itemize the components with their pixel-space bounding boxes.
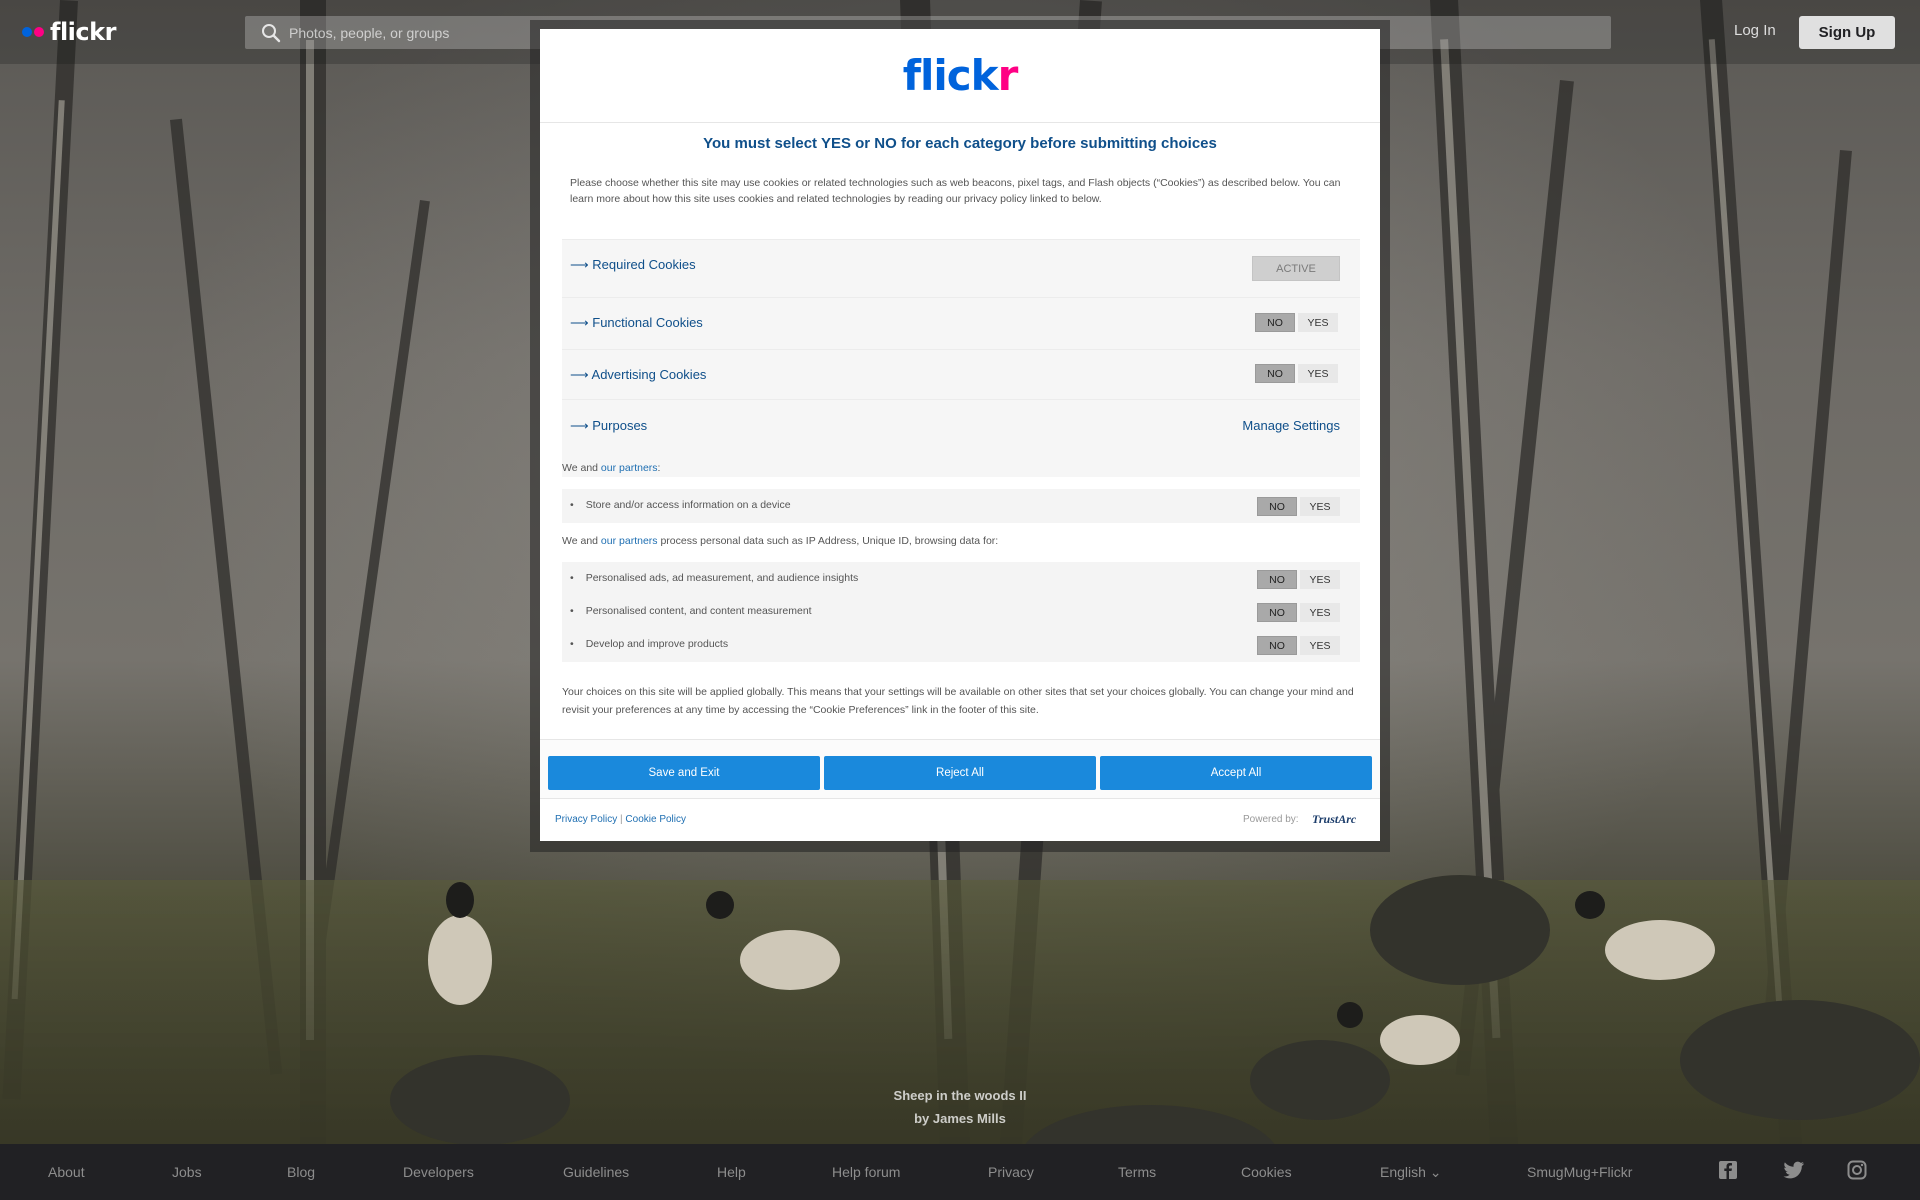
footer-link-smugmug[interactable]: SmugMug+Flickr xyxy=(1527,1164,1632,1180)
footer-link-help[interactable]: Help xyxy=(717,1164,746,1180)
modal-flickr-logo: flickr xyxy=(902,51,1019,100)
instagram-icon[interactable] xyxy=(1847,1160,1869,1182)
login-link[interactable]: Log In xyxy=(1734,22,1776,39)
category-label-required[interactable]: ⟶ Required Cookies xyxy=(570,257,696,273)
functional-no-button[interactable]: NO xyxy=(1255,313,1295,332)
logo-text: flickr xyxy=(50,18,116,46)
storage-block: Store and/or access information on a dev… xyxy=(562,489,1360,523)
partners-process-intro: We and our partners process personal dat… xyxy=(562,535,999,547)
photo-byline[interactable]: by James Mills xyxy=(0,1107,1920,1130)
category-label-advertising[interactable]: ⟶ Advertising Cookies xyxy=(570,367,706,383)
powered-by-label: Powered by: xyxy=(1243,814,1299,825)
partners-link[interactable]: our partners xyxy=(601,535,658,547)
cookie-consent-modal: flickr You must select YES or NO for eac… xyxy=(540,29,1380,841)
purpose-item-label: Develop and improve products xyxy=(570,638,728,650)
footer-link-developers[interactable]: Developers xyxy=(403,1164,474,1180)
purposes-block: Personalised ads, ad measurement, and au… xyxy=(562,562,1360,662)
modal-footer: Privacy Policy | Cookie Policy Powered b… xyxy=(540,799,1380,841)
footer-link-terms[interactable]: Terms xyxy=(1118,1164,1156,1180)
photo-caption: Sheep in the woods II by James Mills xyxy=(0,1084,1920,1130)
storage-item-label: Store and/or access information on a dev… xyxy=(570,499,791,511)
functional-yes-button[interactable]: YES xyxy=(1298,313,1338,332)
photo-title[interactable]: Sheep in the woods II xyxy=(0,1084,1920,1107)
purpose-products-yes-button[interactable]: YES xyxy=(1300,636,1340,655)
reject-all-button[interactable]: Reject All xyxy=(824,756,1096,790)
action-button-bar: Save and Exit Reject All Accept All xyxy=(540,739,1380,799)
twitter-icon[interactable] xyxy=(1783,1160,1805,1182)
purpose-item-label: Personalised ads, ad measurement, and au… xyxy=(570,572,859,584)
footer-link-guidelines[interactable]: Guidelines xyxy=(563,1164,629,1180)
modal-heading: You must select YES or NO for each categ… xyxy=(703,135,1217,152)
purpose-item-label: Personalised content, and content measur… xyxy=(570,605,812,617)
logo-blue-dot xyxy=(22,27,32,37)
global-choices-notice: Your choices on this site will be applie… xyxy=(562,686,1354,716)
purpose-ads-yes-button[interactable]: YES xyxy=(1300,570,1340,589)
manage-settings-link[interactable]: Manage Settings xyxy=(1242,418,1340,433)
logo-pink-dot xyxy=(34,27,44,37)
footer-link-jobs[interactable]: Jobs xyxy=(172,1164,202,1180)
category-label-functional[interactable]: ⟶ Functional Cookies xyxy=(570,315,703,331)
cookie-policy-link[interactable]: Cookie Policy xyxy=(625,814,686,825)
signup-button[interactable]: Sign Up xyxy=(1799,16,1895,49)
storage-yes-button[interactable]: YES xyxy=(1300,497,1340,516)
purpose-products-no-button[interactable]: NO xyxy=(1257,636,1297,655)
footer-link-about[interactable]: About xyxy=(48,1164,85,1180)
accept-all-button[interactable]: Accept All xyxy=(1100,756,1372,790)
functional-toggle: NO YES xyxy=(1255,313,1338,332)
category-advertising: ⟶ Advertising Cookies NO YES xyxy=(562,349,1360,399)
required-active-badge: ACTIVE xyxy=(1252,256,1340,281)
trustarc-logo[interactable]: TrustArc xyxy=(1312,812,1356,827)
storage-no-button[interactable]: NO xyxy=(1257,497,1297,516)
footer-link-blog[interactable]: Blog xyxy=(287,1164,315,1180)
storage-toggle: NO YES xyxy=(1257,497,1340,516)
privacy-policy-link[interactable]: Privacy Policy xyxy=(555,814,617,825)
advertising-yes-button[interactable]: YES xyxy=(1298,364,1338,383)
purpose-ads-no-button[interactable]: NO xyxy=(1257,570,1297,589)
advertising-no-button[interactable]: NO xyxy=(1255,364,1295,383)
save-and-exit-button[interactable]: Save and Exit xyxy=(548,756,820,790)
purpose-content-toggle: NO YES xyxy=(1257,603,1340,622)
purpose-ads-toggle: NO YES xyxy=(1257,570,1340,589)
partners-link[interactable]: our partners xyxy=(601,462,658,474)
facebook-icon[interactable] xyxy=(1718,1160,1740,1182)
partners-storage-intro: We and our partners: xyxy=(562,462,661,474)
language-selector[interactable]: English ⌄ xyxy=(1380,1164,1442,1181)
footer-link-privacy[interactable]: Privacy xyxy=(988,1164,1034,1180)
purpose-content-yes-button[interactable]: YES xyxy=(1300,603,1340,622)
category-functional: ⟶ Functional Cookies NO YES xyxy=(562,297,1360,349)
category-required: ⟶ Required Cookies ACTIVE xyxy=(562,239,1360,297)
flickr-logo[interactable]: flickr xyxy=(22,14,116,50)
purpose-content-no-button[interactable]: NO xyxy=(1257,603,1297,622)
purpose-products-toggle: NO YES xyxy=(1257,636,1340,655)
category-purposes: ⟶ Purposes Manage Settings xyxy=(562,399,1360,477)
category-label-purposes[interactable]: ⟶ Purposes xyxy=(570,418,647,434)
advertising-toggle: NO YES xyxy=(1255,364,1338,383)
site-footer: About Jobs Blog Developers Guidelines He… xyxy=(0,1144,1920,1200)
modal-header: flickr xyxy=(540,29,1380,123)
footer-link-help-forum[interactable]: Help forum xyxy=(832,1164,900,1180)
modal-intro-text: Please choose whether this site may use … xyxy=(570,177,1341,205)
footer-link-cookies[interactable]: Cookies xyxy=(1241,1164,1292,1180)
search-icon[interactable] xyxy=(253,16,289,49)
policy-links: Privacy Policy | Cookie Policy xyxy=(555,814,686,825)
